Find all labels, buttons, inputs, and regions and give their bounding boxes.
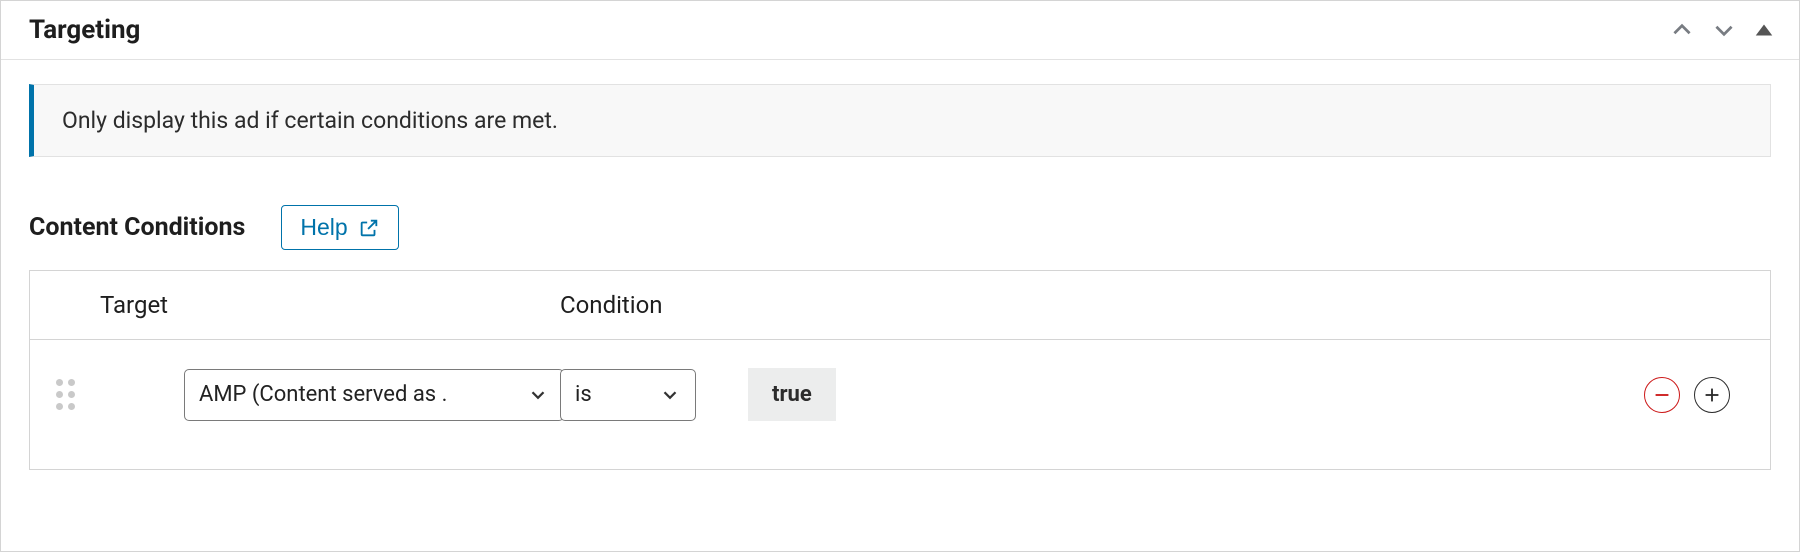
- drag-handle[interactable]: [30, 379, 100, 410]
- col-target-head: Target: [100, 271, 560, 339]
- target-cell: AMP (Content served as .: [100, 369, 560, 421]
- content-conditions-header: Content Conditions Help: [29, 205, 1771, 250]
- external-link-icon: [358, 217, 380, 239]
- move-panel-down-button[interactable]: [1711, 17, 1737, 43]
- minus-icon: [1651, 384, 1673, 406]
- collapse-panel-button[interactable]: [1753, 19, 1775, 41]
- condition-cell: is: [560, 369, 720, 421]
- condition-select[interactable]: is: [560, 369, 696, 421]
- triangle-up-icon: [1753, 19, 1775, 41]
- value-cell: true: [720, 368, 1570, 421]
- target-select-value: AMP (Content served as .: [199, 382, 447, 407]
- chevron-up-icon: [1669, 17, 1695, 43]
- panel-body: Only display this ad if certain conditio…: [1, 60, 1799, 498]
- chevron-down-icon: [659, 384, 681, 406]
- col-actions-head: [1570, 271, 1770, 339]
- col-condition-head: Condition: [560, 271, 720, 339]
- info-notice-text: Only display this ad if certain conditio…: [62, 107, 558, 134]
- target-select[interactable]: AMP (Content served as .: [184, 369, 564, 421]
- help-button[interactable]: Help: [281, 205, 398, 250]
- panel-header-controls: [1669, 17, 1775, 43]
- chevron-down-icon: [527, 384, 549, 406]
- condition-select-value: is: [575, 382, 592, 407]
- add-condition-button[interactable]: [1694, 377, 1730, 413]
- panel-title: Targeting: [29, 15, 140, 45]
- drag-handle-icon: [56, 379, 75, 410]
- info-notice: Only display this ad if certain conditio…: [29, 84, 1771, 157]
- condition-row: AMP (Content served as . is true: [30, 340, 1770, 469]
- col-handle-head: [30, 271, 100, 339]
- move-panel-up-button[interactable]: [1669, 17, 1695, 43]
- conditions-table-header: Target Condition: [30, 271, 1770, 340]
- chevron-down-icon: [1711, 17, 1737, 43]
- help-button-label: Help: [300, 214, 347, 241]
- remove-condition-button[interactable]: [1644, 377, 1680, 413]
- targeting-panel: Targeting Only display this ad if certai…: [0, 0, 1800, 552]
- content-conditions-title: Content Conditions: [29, 213, 245, 242]
- value-chip[interactable]: true: [748, 368, 836, 421]
- plus-icon: [1701, 384, 1723, 406]
- conditions-table: Target Condition AMP (Content served as …: [29, 270, 1771, 470]
- col-value-head: [720, 271, 1570, 339]
- panel-header: Targeting: [1, 1, 1799, 60]
- row-actions: [1570, 377, 1770, 413]
